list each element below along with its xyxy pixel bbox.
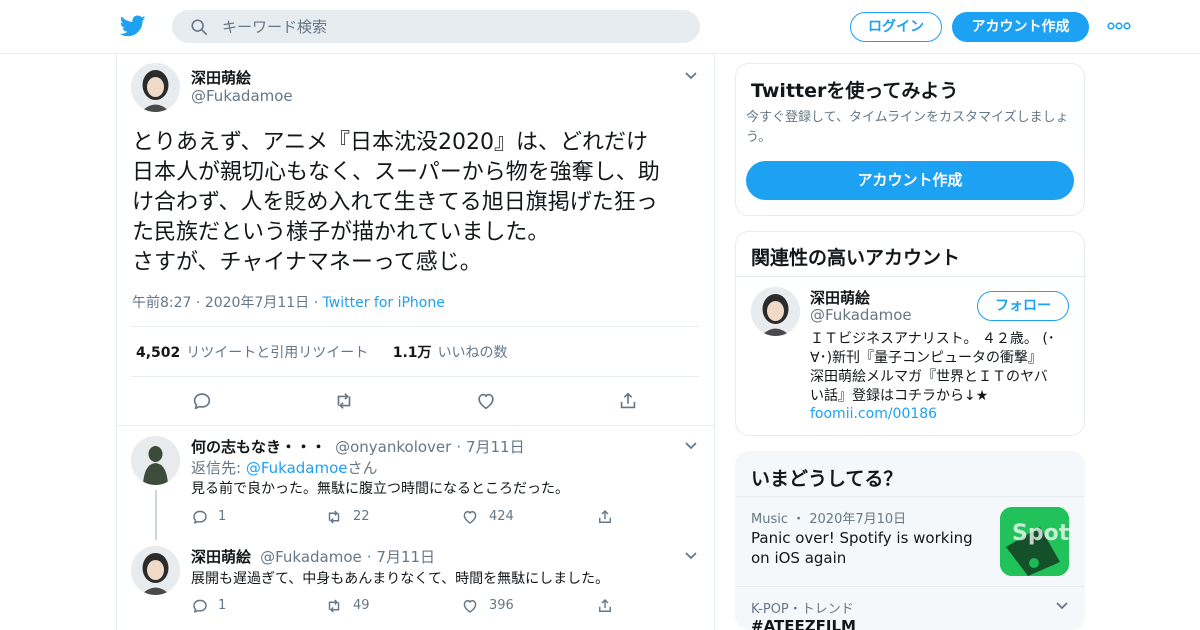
- related-account-handle[interactable]: @Fukadamoe: [810, 306, 912, 324]
- retweet-stat[interactable]: 4,502 リツイートと引用リツイート: [136, 345, 368, 361]
- reply-to-line: 返信先: @Fukadamoeさん: [191, 457, 378, 478]
- reply-text: 展開も遅過ぎて、中身もあんまりなくて、時間を無駄にしました。: [191, 571, 610, 587]
- more-options-icon[interactable]: [1106, 18, 1132, 34]
- reply-avatar[interactable]: [131, 436, 180, 485]
- tweet-stats: 4,502 リツイートと引用リツイート 1.1万 いいねの数: [136, 342, 508, 362]
- retweet-icon[interactable]: [333, 390, 355, 412]
- reply-header: 何の志もなき・・・ @onyankolover · 7月11日: [191, 436, 525, 457]
- divider: [116, 425, 715, 426]
- trend-thumbnail-text: Spot: [1012, 521, 1069, 546]
- related-accounts-title: 関連性の高いアカウント: [751, 247, 961, 269]
- reply-to-suffix: さん: [347, 459, 378, 477]
- tweet-text: とりあえず、アニメ『日本沈没2020』は、どれだけ 日本人が親切心もなく、スーパ…: [132, 130, 660, 275]
- meta-separator: ·: [456, 438, 466, 456]
- reply-author-photo: [131, 436, 180, 485]
- reply-text: 見る前で良かった。無駄に腹立つ時間になるところだった。: [191, 481, 569, 497]
- divider: [736, 276, 1084, 277]
- reply-to-prefix: 返信先:: [191, 459, 246, 477]
- search-input[interactable]: [222, 10, 682, 43]
- signup-card-button[interactable]: アカウント作成: [746, 161, 1074, 200]
- retweet-label: リツイートと引用リツイート: [186, 345, 369, 361]
- related-account-name[interactable]: 深田萌絵: [810, 287, 870, 308]
- signup-button[interactable]: アカウント作成: [952, 12, 1089, 42]
- share-icon[interactable]: [617, 390, 639, 412]
- author-photo: [131, 63, 180, 112]
- meta-separator: ·: [191, 295, 205, 311]
- retweet-count: 49: [353, 598, 370, 613]
- retweet-icon[interactable]: [325, 508, 343, 526]
- tweet-meta: 午前8:27 · 2020年7月11日 · Twitter for iPhone: [132, 292, 445, 312]
- reply-count: 1: [218, 509, 227, 524]
- trends-title: いまどうしてる？: [751, 468, 903, 490]
- chevron-down-icon[interactable]: [684, 71, 698, 81]
- like-heart-icon[interactable]: [461, 597, 479, 615]
- login-button[interactable]: ログイン: [850, 12, 942, 42]
- related-account-avatar[interactable]: [751, 287, 800, 336]
- like-count: 1.1万: [392, 345, 432, 361]
- retweet-icon[interactable]: [325, 597, 343, 615]
- chevron-down-icon[interactable]: [1055, 601, 1069, 611]
- like-stat[interactable]: 1.1万 いいねの数: [393, 345, 508, 361]
- related-account-photo: [751, 287, 800, 336]
- reply-avatar[interactable]: [131, 546, 180, 595]
- like-count: 396: [489, 598, 514, 613]
- author-avatar[interactable]: [131, 63, 180, 112]
- retweet-count: 4,502: [136, 345, 181, 361]
- thread-connector-line: [155, 490, 157, 540]
- trend-headline[interactable]: Panic over! Spotify is working on iOS ag…: [751, 528, 986, 568]
- divider: [131, 376, 699, 377]
- meta-separator: ·: [309, 295, 323, 311]
- reply-author-name[interactable]: 何の志もなき・・・: [191, 438, 326, 456]
- author-handle[interactable]: @Fukadamoe: [191, 87, 293, 105]
- chevron-down-icon[interactable]: [684, 441, 698, 451]
- reply-header: 深田萌絵 @Fukadamoe · 7月11日: [191, 546, 435, 567]
- author-name[interactable]: 深田萌絵: [191, 67, 251, 88]
- trend-meta: K-POP・トレンド: [751, 602, 854, 617]
- reply-icon[interactable]: [191, 508, 209, 526]
- chevron-down-icon[interactable]: [684, 551, 698, 561]
- follow-button[interactable]: フォロー: [977, 291, 1069, 321]
- trend-hashtag[interactable]: #ATEEZFILM: [751, 617, 856, 630]
- signup-card-title: Twitterを使ってみよう: [751, 80, 959, 102]
- reply-to-handle-link[interactable]: @Fukadamoe: [246, 459, 348, 477]
- reply-author-handle[interactable]: @Fukadamoe: [260, 548, 362, 566]
- like-heart-icon[interactable]: [475, 390, 497, 412]
- like-heart-icon[interactable]: [461, 508, 479, 526]
- divider: [736, 496, 1084, 497]
- retweet-count: 22: [353, 509, 370, 524]
- reply-date[interactable]: 7月11日: [376, 548, 435, 566]
- related-account-bio: ＩＴビジネスアナリスト。 ４２歳。 (･∀･)新刊『量子コンピュータの衝撃』 深…: [810, 331, 1055, 404]
- reply-count: 1: [218, 598, 227, 613]
- trend-meta: Music ・ 2020年7月10日: [751, 512, 907, 527]
- trend-thumbnail[interactable]: Spot: [1000, 507, 1069, 576]
- search-box[interactable]: [172, 10, 700, 43]
- share-icon[interactable]: [596, 597, 614, 615]
- reply-icon[interactable]: [191, 390, 213, 412]
- reply-date[interactable]: 7月11日: [466, 438, 525, 456]
- search-icon: [191, 19, 208, 36]
- divider: [131, 326, 699, 327]
- related-account-link[interactable]: foomii.com/00186: [810, 406, 937, 422]
- meta-separator: ·: [366, 548, 377, 566]
- like-label: いいねの数: [437, 345, 508, 361]
- divider: [736, 586, 1084, 587]
- reply-icon[interactable]: [191, 597, 209, 615]
- reply-author-name[interactable]: 深田萌絵: [191, 548, 251, 566]
- reply-author-handle[interactable]: @onyankolover: [335, 438, 451, 456]
- twitter-bird-logo-icon[interactable]: [120, 13, 146, 39]
- like-count: 424: [489, 509, 514, 524]
- signup-card-subtitle: 今すぐ登録して、タイムラインをカスタマイズしましょう。: [746, 110, 1069, 145]
- tweet-time[interactable]: 午前8:27: [132, 295, 191, 311]
- share-icon[interactable]: [596, 508, 614, 526]
- tweet-date[interactable]: 2020年7月11日: [205, 295, 309, 311]
- tweet-source-link[interactable]: Twitter for iPhone: [323, 295, 445, 311]
- reply-author-photo: [131, 546, 180, 595]
